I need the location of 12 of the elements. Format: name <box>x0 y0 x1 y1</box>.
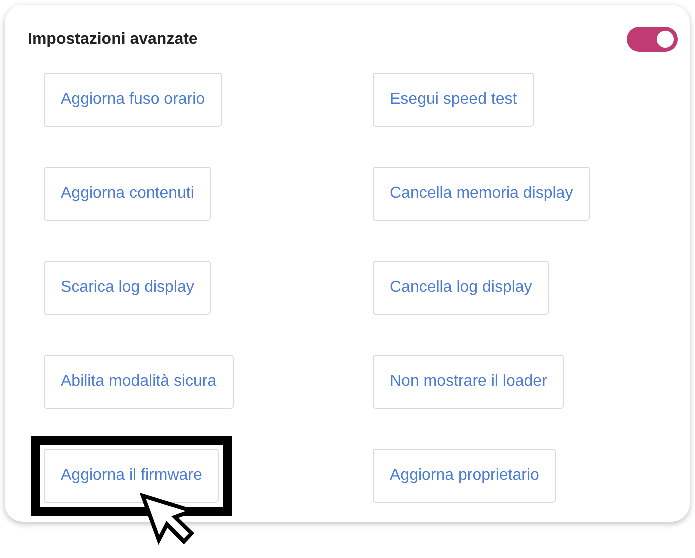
action-button[interactable]: Scarica log display <box>44 261 212 315</box>
action-button[interactable]: Cancella log display <box>373 261 550 315</box>
action-button[interactable]: Aggiorna fuso orario <box>44 73 222 127</box>
action-button[interactable]: Aggiorna il firmware <box>44 449 220 503</box>
toggle-switch[interactable] <box>627 27 678 52</box>
action-button[interactable]: Aggiorna contenuti <box>44 167 212 221</box>
action-button[interactable]: Aggiorna proprietario <box>373 449 556 503</box>
action-button[interactable]: Cancella memoria display <box>373 167 590 221</box>
panel-title: Impostazioni avanzate <box>28 30 198 48</box>
action-button[interactable]: Non mostrare il loader <box>373 355 564 409</box>
action-button[interactable]: Esegui speed test <box>373 73 534 127</box>
action-button[interactable]: Abilita modalità sicura <box>44 355 234 409</box>
